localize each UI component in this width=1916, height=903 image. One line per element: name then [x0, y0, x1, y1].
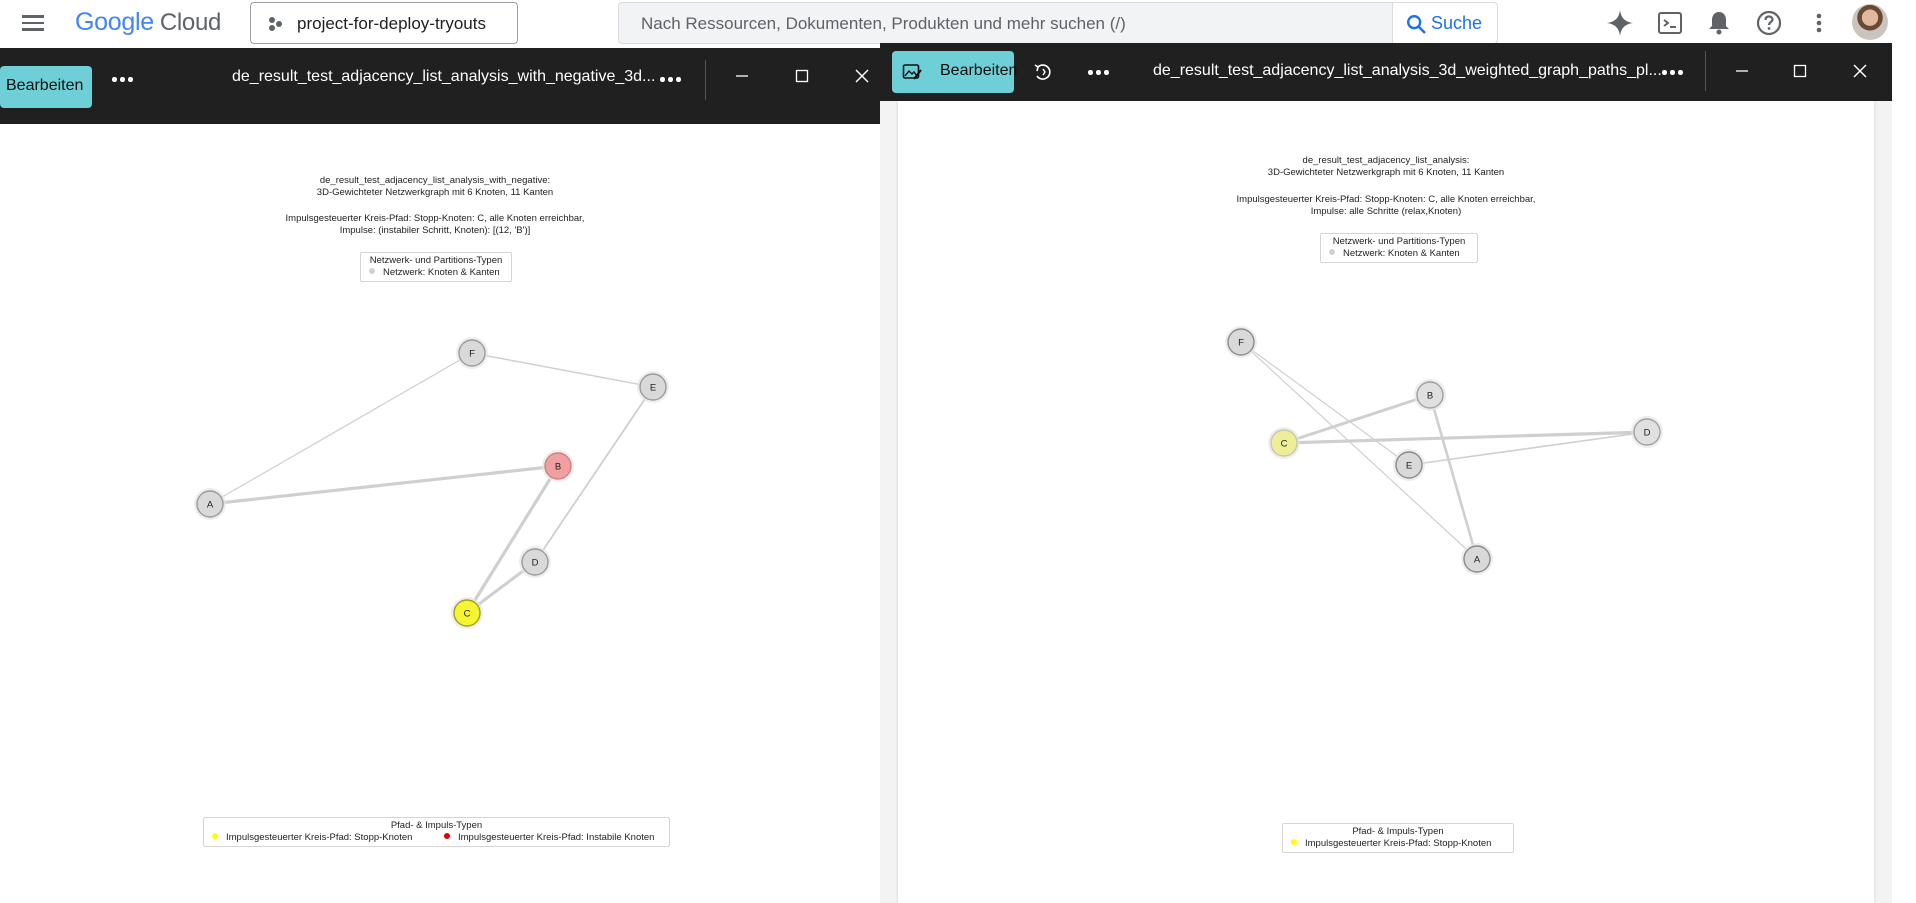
search-button-label: Suche [1431, 13, 1483, 33]
edit-image-icon [902, 64, 922, 80]
search-input[interactable]: Nach Ressourcen, Dokumenten, Produkten u… [641, 14, 1126, 34]
graph-edge-c-d [1283, 430, 1648, 445]
legend-path-types: Pfad- & Impuls-Typen Impulsgesteuerter K… [203, 817, 670, 847]
cloud-shell-icon[interactable] [1656, 9, 1684, 37]
project-icon [269, 16, 283, 32]
edit-button-label: Bearbeiten [6, 77, 84, 94]
legend-item: Impulsgesteuerter Kreis-Pfad: Stopp-Knot… [212, 832, 412, 843]
menu-icon[interactable] [22, 11, 46, 35]
legend-title: Pfad- & Impuls-Typen [1352, 826, 1444, 837]
window-titlebar: Bearbeiten de_result_test_adjacency_list… [0, 48, 893, 124]
graph-node-label: F [1238, 338, 1244, 349]
gemini-icon[interactable] [1606, 9, 1634, 37]
minimize-icon[interactable] [734, 68, 750, 84]
graph-edge-b-c [465, 465, 560, 614]
graph-plot-right: de_result_test_adjacency_list_analysis: … [898, 101, 1874, 903]
edit-button-label: Bearbeiten [940, 62, 1018, 79]
graph-edge-f-a [209, 352, 473, 505]
edit-button[interactable]: Bearbeiten [892, 51, 1018, 93]
legend-marker-unstable [444, 833, 450, 840]
graph-node-label: B [555, 462, 561, 473]
rotate-icon[interactable] [1032, 61, 1054, 83]
graph-node-label: C [1281, 439, 1288, 450]
graph-edge-f-e [471, 352, 654, 388]
legend-title: Pfad- & Impuls-Typen [390, 820, 483, 831]
search-icon [1407, 15, 1426, 34]
search-button[interactable]: Suche [1392, 3, 1497, 43]
graph-node-label: F [469, 349, 475, 360]
graph-node-label: E [650, 383, 656, 394]
legend-path-types: Pfad- & Impuls-Typen Impulsgesteuerter K… [1282, 823, 1514, 853]
title-more-icon[interactable] [660, 77, 682, 83]
network-graph: F E B A D C [194, 337, 669, 629]
graph-edge-f-e [1240, 341, 1410, 466]
window-titlebar: Bearbeiten de_result_test_adjacency_list… [880, 43, 1892, 101]
close-icon[interactable] [854, 68, 870, 84]
graph-node-label: A [207, 500, 214, 511]
minimize-icon[interactable] [1734, 63, 1750, 79]
logo-google: Google [75, 8, 154, 36]
maximize-icon[interactable] [794, 68, 810, 84]
console-header: Google Cloud project-for-deploy-tryouts N… [0, 0, 1916, 46]
more-vert-icon[interactable] [1805, 9, 1833, 37]
legend-marker-stop [212, 833, 218, 840]
logo-cloud: Cloud [159, 9, 222, 36]
window-title: de_result_test_adjacency_list_analysis_3… [1153, 62, 1662, 79]
graph-node-label: D [532, 558, 539, 569]
title-more-icon[interactable] [1662, 70, 1684, 76]
legend-item: Impulsgesteuerter Kreis-Pfad: Instabile … [444, 832, 654, 843]
legend-item: Impulsgesteuerter Kreis-Pfad: Stopp-Knot… [1291, 838, 1491, 849]
more-options-icon[interactable] [1088, 70, 1110, 76]
more-options-icon[interactable] [112, 77, 134, 83]
maximize-icon[interactable] [1792, 63, 1808, 79]
image-viewer-window-right: Bearbeiten de_result_test_adjacency_list… [880, 43, 1892, 903]
avatar[interactable] [1852, 4, 1888, 40]
window-title: de_result_test_adjacency_list_analysis_w… [232, 68, 656, 85]
graph-edge-a-b [209, 464, 559, 506]
titlebar-divider [705, 60, 706, 100]
graph-plot-left: de_result_test_adjacency_list_analysis_w… [0, 124, 893, 903]
legend-item-label: Impulsgesteuerter Kreis-Pfad: Stopp-Knot… [1305, 838, 1492, 849]
image-viewer-window-left: Bearbeiten de_result_test_adjacency_list… [0, 48, 893, 903]
project-name: project-for-deploy-tryouts [297, 14, 486, 33]
project-picker[interactable]: project-for-deploy-tryouts [250, 2, 518, 44]
notifications-icon[interactable] [1705, 9, 1733, 37]
graph-node-label: E [1406, 461, 1412, 472]
close-icon[interactable] [1852, 63, 1868, 79]
titlebar-divider [1705, 51, 1706, 91]
graph-node-label: D [1644, 428, 1651, 439]
edit-button[interactable]: Bearbeiten [0, 66, 92, 108]
search-bar[interactable]: Nach Ressourcen, Dokumenten, Produkten u… [618, 2, 1498, 44]
legend-marker-stop [1291, 839, 1297, 846]
legend-item-label: Impulsgesteuerter Kreis-Pfad: Instabile … [458, 832, 655, 843]
help-icon[interactable] [1755, 9, 1783, 37]
legend-item-label: Impulsgesteuerter Kreis-Pfad: Stopp-Knot… [226, 832, 413, 843]
google-cloud-logo[interactable]: Google Cloud [75, 8, 221, 37]
graph-edge-b-a [1428, 394, 1479, 560]
graph-node-label: C [464, 609, 471, 620]
graph-node-label: A [1474, 555, 1481, 566]
graph-node-label: B [1427, 391, 1433, 402]
network-graph: F B C D E A [1225, 326, 1663, 575]
